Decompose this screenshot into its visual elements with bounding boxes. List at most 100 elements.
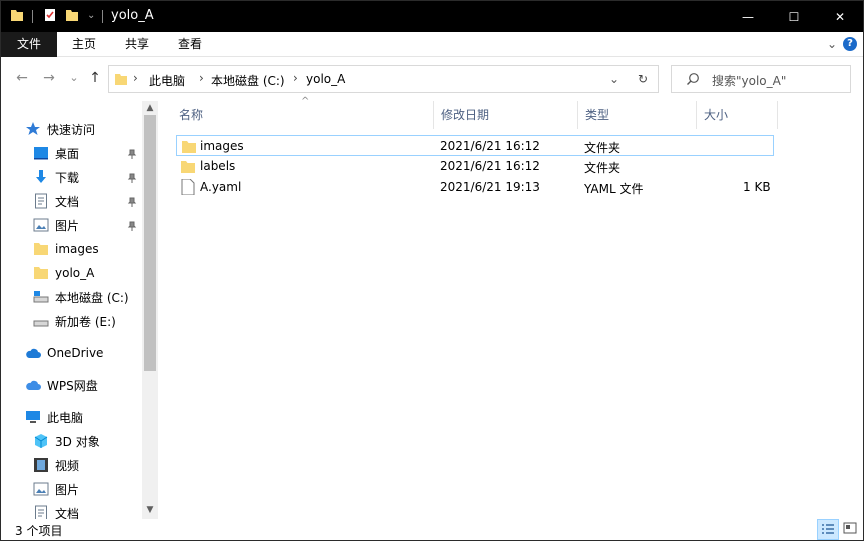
video-icon <box>34 458 48 472</box>
window-title: yolo_A <box>111 8 154 23</box>
pin-icon <box>127 197 137 207</box>
column-header-modified[interactable]: 修改日期 <box>434 101 578 129</box>
sidebar-item-videos[interactable]: 视频 <box>33 454 79 476</box>
sidebar-item-pictures-pc[interactable]: 图片 <box>33 478 79 500</box>
tab-share[interactable]: 共享 <box>114 32 160 57</box>
close-button[interactable]: ✕ <box>817 1 863 32</box>
folder-icon <box>34 243 48 255</box>
maximize-icon: ☐ <box>788 9 800 24</box>
drive-icon <box>33 320 49 327</box>
sidebar-item-pictures[interactable]: 图片 <box>33 214 79 236</box>
sidebar-item-documents-pc[interactable]: 文档 <box>33 502 79 519</box>
scroll-down-icon[interactable]: ▼ <box>142 503 158 517</box>
desktop-icon <box>34 147 48 160</box>
new-folder-icon[interactable] <box>65 8 79 22</box>
sidebar-item-this-pc[interactable]: 此电脑 <box>25 406 83 428</box>
sidebar-item-label: 本地磁盘 (C:) <box>55 290 129 305</box>
help-icon[interactable]: ? <box>843 37 857 51</box>
sidebar-item-documents[interactable]: 文档 <box>33 190 79 212</box>
sidebar-item-label: 桌面 <box>55 146 80 161</box>
breadcrumb-separator[interactable]: › <box>293 71 298 85</box>
maximize-button[interactable]: ☐ <box>771 1 817 32</box>
explorer-window: ⌄ yolo_A — ☐ ✕ 文件 主页 共享 查看 ⌄ ? ← → ⌄ ↑ ›… <box>0 0 864 541</box>
sidebar-item-label: WPS网盘 <box>47 378 98 393</box>
pictures-icon <box>33 218 49 232</box>
scroll-thumb[interactable] <box>144 115 156 371</box>
search-input[interactable]: 搜索"yolo_A" <box>712 72 786 89</box>
scroll-up-icon[interactable]: ▲ <box>142 101 158 115</box>
large-icons-view-button[interactable] <box>840 519 862 540</box>
file-name: labels <box>200 159 236 173</box>
sidebar-item-label: 新加卷 (E:) <box>55 314 116 329</box>
sidebar-item-label: 文档 <box>55 506 80 520</box>
table-row[interactable]: images 2021/6/21 16:12 文件夹 <box>176 135 774 156</box>
folder-icon <box>34 267 48 279</box>
table-row[interactable]: labels 2021/6/21 16:12 文件夹 <box>176 156 774 177</box>
back-button[interactable]: ← <box>13 69 31 87</box>
sidebar-item-local-disk-c[interactable]: 本地磁盘 (C:) <box>33 286 129 308</box>
sidebar-item-desktop[interactable]: 桌面 <box>33 142 79 164</box>
refresh-button[interactable]: ↻ <box>628 65 659 93</box>
sidebar-item-label: 3D 对象 <box>55 434 100 449</box>
sidebar-item-label: 此电脑 <box>47 410 84 425</box>
file-name: A.yaml <box>200 180 242 194</box>
sidebar-item-onedrive[interactable]: OneDrive <box>25 342 103 364</box>
breadcrumb-this-pc[interactable]: 此电脑 <box>149 72 185 89</box>
tab-home[interactable]: 主页 <box>61 32 107 57</box>
3d-objects-icon <box>34 434 48 448</box>
qat-dropdown-icon[interactable]: ⌄ <box>87 10 95 30</box>
sidebar-item-label: 图片 <box>55 218 80 233</box>
recent-locations-button[interactable]: ⌄ <box>65 69 83 87</box>
breadcrumb-separator[interactable]: › <box>133 71 138 85</box>
column-header-type[interactable]: 类型 <box>578 101 697 129</box>
sidebar-item-label: 图片 <box>55 482 80 497</box>
properties-icon[interactable] <box>43 8 57 22</box>
pin-icon <box>127 221 137 231</box>
sidebar-item-label: OneDrive <box>47 346 104 360</box>
pin-icon <box>127 149 137 159</box>
minimize-icon: — <box>742 9 754 24</box>
forward-button[interactable]: → <box>40 69 58 87</box>
file-modified: 2021/6/21 16:12 <box>440 159 540 173</box>
folder-icon <box>115 74 127 85</box>
tab-view[interactable]: 查看 <box>167 32 213 57</box>
sidebar-item-quick-access[interactable]: 快速访问 <box>25 118 95 140</box>
address-bar[interactable]: › 此电脑 › 本地磁盘 (C:) › yolo_A ⌄ <box>108 65 659 93</box>
sidebar-item-label: images <box>55 242 99 256</box>
search-icon <box>687 73 699 85</box>
expand-ribbon-icon[interactable]: ⌄ <box>827 37 837 51</box>
sidebar-item-label: 快速访问 <box>47 122 96 137</box>
sidebar-item-wps-cloud[interactable]: WPS网盘 <box>25 374 98 396</box>
breadcrumb-local-disk[interactable]: 本地磁盘 (C:) <box>211 72 285 89</box>
file-type: 文件夹 <box>584 141 621 155</box>
cloud-icon <box>26 348 41 358</box>
sidebar-item-new-volume-e[interactable]: 新加卷 (E:) <box>33 310 116 332</box>
folder-icon <box>182 141 196 153</box>
search-box[interactable]: 搜索"yolo_A" <box>671 65 851 93</box>
sidebar-item-yolo-a[interactable]: yolo_A <box>33 262 94 284</box>
separator <box>102 10 103 23</box>
sidebar-item-3d-objects[interactable]: 3D 对象 <box>33 430 100 452</box>
sidebar-item-images[interactable]: images <box>33 238 99 260</box>
document-icon <box>35 505 47 519</box>
wps-cloud-icon <box>26 380 41 390</box>
file-modified: 2021/6/21 16:12 <box>440 139 540 153</box>
minimize-button[interactable]: — <box>725 1 771 32</box>
address-dropdown-icon[interactable]: ⌄ <box>609 72 619 86</box>
sidebar-item-downloads[interactable]: 下载 <box>33 166 79 188</box>
sidebar-scrollbar[interactable]: ▲ ▼ <box>142 101 158 519</box>
drive-icon <box>33 291 49 303</box>
breadcrumb-separator[interactable]: › <box>199 71 204 85</box>
up-button[interactable]: ↑ <box>86 69 104 87</box>
sidebar-item-label: 下载 <box>55 170 80 185</box>
tab-file[interactable]: 文件 <box>1 32 57 57</box>
title-bar: ⌄ yolo_A — ☐ ✕ <box>1 1 863 32</box>
details-view-button[interactable] <box>817 519 839 540</box>
column-header-name[interactable]: 名称 <box>172 101 434 129</box>
column-header-size[interactable]: 大小 <box>697 101 778 129</box>
table-row[interactable]: A.yaml 2021/6/21 19:13 YAML 文件 1 KB <box>176 177 774 198</box>
folder-icon[interactable] <box>10 8 24 22</box>
breadcrumb-current[interactable]: yolo_A <box>306 72 345 86</box>
item-count: 3 个项目 <box>15 524 63 538</box>
file-list: ^ 名称 修改日期 类型 大小 images 2021/6/21 16:12 文… <box>161 96 863 519</box>
